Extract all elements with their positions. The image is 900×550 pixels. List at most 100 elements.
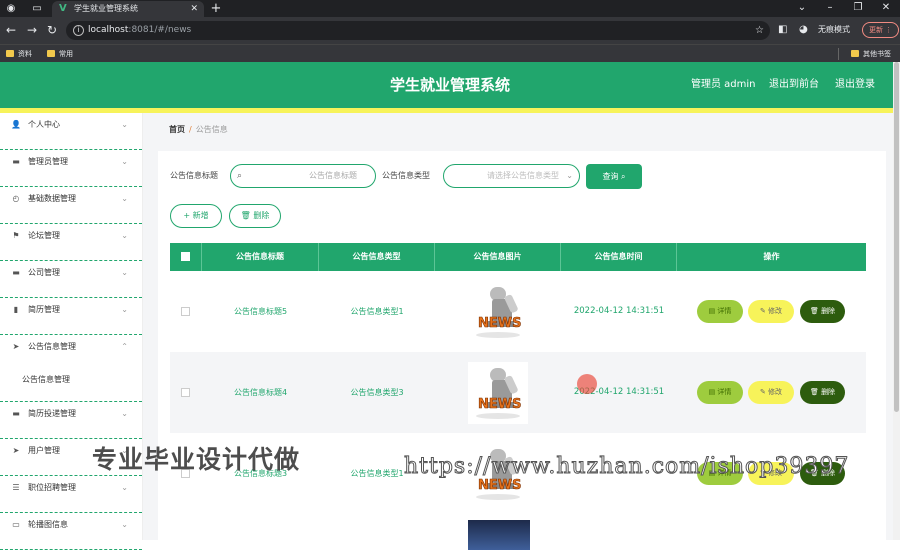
news-image: NEWS	[476, 368, 522, 419]
close-tab-icon[interactable]: ✕	[190, 1, 198, 17]
app-title: 学生就业管理系统	[389, 76, 510, 94]
new-tab-button[interactable]: +	[209, 2, 223, 15]
send-icon: ➤	[12, 342, 20, 351]
breadcrumb-current: 公告信息	[195, 125, 228, 134]
sidebar-item-label: 简历管理	[28, 305, 60, 314]
pencil-icon: ✎	[759, 388, 766, 396]
bookmark-folder[interactable]: 常用	[47, 48, 73, 60]
batch-delete-button[interactable]: 🗑 删除	[229, 204, 281, 228]
sidebar-item[interactable]: ▬ 简历投递管理 ⌄	[0, 402, 142, 439]
sidebar-item-label: 简历投递管理	[28, 409, 76, 418]
chevron-down-icon: ⌄	[121, 305, 128, 314]
delete-button[interactable]: 🗑 删除	[800, 381, 845, 404]
plus-icon: +	[183, 211, 191, 220]
user-icon: 👤	[11, 120, 21, 129]
sidebar-item-label: 论坛管理	[28, 231, 60, 240]
info-icon[interactable]: i	[73, 25, 84, 36]
forward-icon[interactable]: →	[24, 22, 40, 38]
list-panel: 公告信息标题 ⌕ 公告信息标题 公告信息类型 请选择公告信息类型 ⌄ 查询 ⌕ …	[158, 151, 886, 550]
select-all-checkbox[interactable]	[181, 252, 190, 261]
pencil-icon: ✎	[759, 307, 766, 315]
sidebar-item-label: 公告信息管理	[28, 342, 76, 351]
update-button[interactable]: 更新 ⋮	[862, 22, 900, 38]
url-path: :8081/#/news	[128, 25, 192, 35]
breadcrumb-home[interactable]: 首页	[169, 125, 185, 134]
send-icon: ➤	[12, 446, 20, 455]
type-select-placeholder: 请选择公告信息类型	[487, 171, 559, 180]
watermark-url: https://www.huzhan.com/ishop39397	[403, 454, 850, 480]
edit-button[interactable]: ✎ 修改	[748, 300, 794, 323]
logout-link[interactable]: 退出登录	[835, 62, 875, 108]
sidebar-item[interactable]: ➤ 公告信息管理 ⌃	[0, 335, 142, 372]
sidebar-item[interactable]: ⚑ 论坛管理 ⌄	[0, 224, 142, 261]
sidebar-item-label: 轮播图信息	[28, 520, 68, 529]
sidebar-item[interactable]: ▬ 管理员管理 ⌄	[0, 150, 142, 187]
query-button[interactable]: 查询 ⌕	[586, 164, 642, 189]
svg-text:NEWS: NEWS	[478, 478, 521, 493]
delete-button[interactable]: 🗑 删除	[800, 300, 845, 323]
page-scrollbar[interactable]	[893, 62, 900, 540]
column-header: 公告信息图片	[435, 243, 561, 271]
sidebar-subitem[interactable]: 公告信息管理	[0, 372, 142, 402]
delete-label: 删除	[821, 307, 836, 315]
row-checkbox[interactable]	[181, 388, 190, 397]
row-checkbox[interactable]	[181, 307, 190, 316]
title-search-input[interactable]: ⌕ 公告信息标题	[230, 164, 376, 188]
sidebar-item[interactable]: ▮ 简历管理 ⌄	[0, 298, 142, 335]
sidebar-item[interactable]: ▭ 轮播图信息 ⌄	[0, 513, 142, 550]
tab-search-icon[interactable]: ▭	[30, 2, 44, 15]
detail-button[interactable]: ▤ 详情	[697, 381, 743, 404]
bookmarks-bar: 资料 常用 其他书签	[0, 44, 900, 62]
bookmark-folder[interactable]: 资料	[6, 48, 32, 60]
svg-text:NEWS: NEWS	[478, 397, 521, 412]
sidebar-item-label: 基础数据管理	[28, 194, 76, 203]
sidebar-item[interactable]: ☰ 职位招聘管理 ⌄	[0, 476, 142, 513]
cell-time: 2022-04-12 14:31:51	[573, 306, 665, 316]
flag-icon: ⚑	[12, 231, 20, 240]
sidebar-item[interactable]: ▬ 公司管理 ⌄	[0, 261, 142, 298]
address-bar[interactable]: i localhost:8081/#/news ☆	[66, 21, 770, 40]
trash-icon: 🗑	[809, 388, 819, 396]
search-icon: ⌕	[237, 171, 243, 181]
chevron-down-icon: ⌄	[121, 520, 128, 529]
back-icon[interactable]: ←	[3, 22, 19, 38]
column-header: 公告信息类型	[319, 243, 435, 271]
watermark-text: 专业毕业设计代做	[92, 445, 301, 474]
bookmark-star-icon[interactable]: ☆	[755, 21, 764, 40]
browser-tab-strip: ◉ ▭ V 学生就业管理系统 ✕ + ⌄ – ❐ ✕	[0, 0, 900, 17]
edit-label: 修改	[768, 307, 783, 315]
chevron-down-icon: ⌄	[121, 194, 128, 203]
chevron-down-icon[interactable]: ⌄	[790, 0, 814, 16]
reload-icon[interactable]: ↻	[44, 22, 60, 38]
minimize-icon[interactable]: –	[818, 0, 842, 16]
restore-icon[interactable]: ❐	[846, 0, 870, 16]
sidebar-item[interactable]: 👤 个人中心 ⌄	[0, 113, 142, 150]
type-select[interactable]: 请选择公告信息类型 ⌄	[443, 164, 580, 188]
chevron-down-icon: ⌄	[566, 171, 573, 180]
news-thumbnail: NEWS	[468, 362, 528, 424]
news-table: 公告信息标题 公告信息类型 公告信息图片 公告信息时间 操作 公告信息标题5 公…	[170, 243, 866, 550]
browser-toolbar: ← → ↻ i localhost:8081/#/news ☆ ◧ ◕ 无痕模式…	[0, 17, 900, 44]
scrollbar-thumb[interactable]	[894, 62, 899, 412]
close-window-icon[interactable]: ✕	[874, 0, 898, 16]
detail-button[interactable]: ▤ 详情	[697, 300, 743, 323]
other-bookmarks[interactable]: 其他书签	[851, 48, 891, 60]
table-row: 公告信息标题5 公告信息类型1 NEWS 2022-04-12 14:31:51…	[170, 271, 866, 352]
sidebar-item[interactable]: ◴ 基础数据管理 ⌄	[0, 187, 142, 224]
chevron-down-icon: ⌄	[121, 120, 128, 129]
sidebar-item-label: 职位招聘管理	[28, 483, 76, 492]
edit-button[interactable]: ✎ 修改	[748, 381, 794, 404]
browser-tab[interactable]: V 学生就业管理系统 ✕	[52, 1, 204, 17]
sidebar-panel-icon[interactable]: ◧	[778, 22, 787, 38]
mouse-cursor	[577, 374, 597, 394]
chart-icon: ▮	[13, 305, 19, 314]
app-header: 学生就业管理系统 管理员 admin 退出到前台 退出登录	[0, 62, 900, 108]
back-to-front-link[interactable]: 退出到前台	[769, 62, 819, 108]
globe-icon[interactable]: ◉	[4, 2, 18, 15]
incognito-label[interactable]: 无痕模式	[818, 22, 850, 38]
title-filter-label: 公告信息标题	[170, 171, 218, 180]
add-button[interactable]: + 新增	[170, 204, 222, 228]
incognito-icon: ◕	[799, 24, 808, 35]
chat-icon: ▭	[12, 520, 20, 529]
table-row: 公告信息标题4 公告信息类型3 NEWS 2022-04-12 14:31:51…	[170, 352, 866, 433]
